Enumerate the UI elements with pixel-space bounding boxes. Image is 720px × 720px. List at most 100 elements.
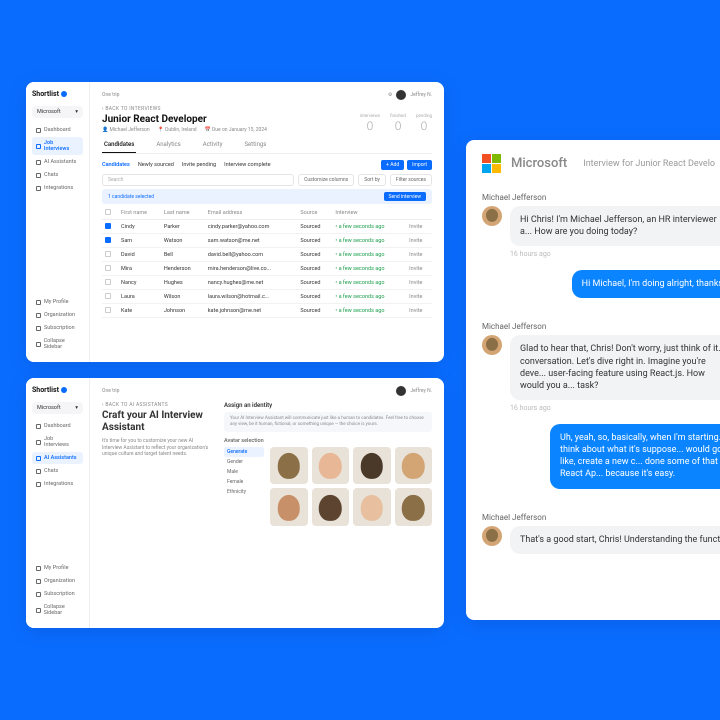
table-row[interactable]: MiraHendersonmira.henderson@live.co...So… — [102, 262, 432, 276]
import-button[interactable]: Import — [407, 160, 432, 170]
page-title: Junior React Developer — [102, 114, 267, 125]
sidebar-item-subscription[interactable]: Subscription — [32, 322, 83, 334]
plug-icon — [36, 186, 41, 191]
sidebar-item-chats[interactable]: Chats — [32, 169, 83, 181]
avatar-option[interactable] — [353, 488, 391, 526]
tab-activity[interactable]: Activity — [201, 137, 225, 153]
add-button[interactable]: + Add — [381, 160, 404, 170]
dashboard-icon — [36, 424, 41, 429]
sidebar: Shortlist Microsoft▾ Dashboard Job Inter… — [26, 82, 90, 362]
cell-last-name: Parker — [161, 220, 205, 234]
sidebar-item-dashboard[interactable]: Dashboard — [32, 420, 83, 432]
row-checkbox[interactable] — [105, 307, 111, 313]
row-checkbox[interactable] — [105, 265, 111, 271]
row-checkbox[interactable] — [105, 251, 111, 257]
invite-link[interactable]: Invite — [406, 262, 432, 276]
table-row[interactable]: NancyHughesnancy.hughes@me.netSourced• a… — [102, 276, 432, 290]
col-interview[interactable]: Interview — [332, 207, 406, 220]
filter-male[interactable]: Male — [224, 467, 264, 477]
sidebar-item-job-interviews[interactable]: Job Interviews — [32, 137, 83, 155]
sidebar-item-organization[interactable]: Organization — [32, 309, 83, 321]
filter-female[interactable]: Female — [224, 477, 264, 487]
back-link[interactable]: ‹ BACK TO AI ASSISTANTS — [102, 402, 212, 408]
subtab-candidates[interactable]: Candidates — [102, 162, 130, 168]
cell-status: • a few seconds ago — [332, 290, 406, 304]
logo-dot-icon — [61, 91, 67, 97]
sidebar-item-chats[interactable]: Chats — [32, 465, 83, 477]
user-avatar[interactable] — [396, 90, 406, 100]
sidebar-item-profile[interactable]: My Profile — [32, 562, 83, 574]
table-row[interactable]: CindyParkercindy.parker@yahoo.comSourced… — [102, 220, 432, 234]
subtab-newly-sourced[interactable]: Newly sourced — [138, 162, 174, 168]
sidebar-item-job-interviews[interactable]: Job Interviews — [32, 433, 83, 451]
org-switcher[interactable]: Microsoft▾ — [32, 402, 83, 414]
col-first-name[interactable]: First name — [118, 207, 161, 220]
invite-link[interactable]: Invite — [406, 304, 432, 318]
avatar-option[interactable] — [270, 488, 308, 526]
col-email[interactable]: Email address — [205, 207, 298, 220]
sidebar-item-integrations[interactable]: Integrations — [32, 478, 83, 490]
sidebar-item-ai-assistants[interactable]: AI Assistants — [32, 156, 83, 168]
chevron-down-icon: ▾ — [75, 109, 78, 115]
search-input[interactable]: Search — [102, 174, 294, 186]
row-checkbox[interactable] — [105, 223, 111, 229]
subtab-invite-pending[interactable]: Invite pending — [182, 162, 216, 168]
avatar-option[interactable] — [312, 447, 350, 485]
sidebar-item-dashboard[interactable]: Dashboard — [32, 124, 83, 136]
row-checkbox[interactable] — [105, 279, 111, 285]
org-switcher[interactable]: Microsoft▾ — [32, 106, 83, 118]
back-link[interactable]: ‹ BACK TO INTERVIEWS — [102, 106, 432, 112]
table-row[interactable]: DavidBelldavid.bell@yahoo.comSourced• a … — [102, 248, 432, 262]
customize-columns-button[interactable]: Customize columns — [298, 174, 354, 186]
sidebar-item-collapse[interactable]: Collapse Sidebar — [32, 335, 83, 353]
tab-settings[interactable]: Settings — [242, 137, 268, 153]
table-row[interactable]: KateJohnsonkate.johnson@me.netSourced• a… — [102, 304, 432, 318]
sidebar-item-integrations[interactable]: Integrations — [32, 182, 83, 194]
chat-thread: Michael Jefferson Hi Chris! I'm Michael … — [466, 183, 720, 568]
select-all-checkbox[interactable] — [105, 209, 111, 215]
avatar-option[interactable] — [395, 488, 433, 526]
interviewer-avatar — [482, 335, 502, 355]
invite-link[interactable]: Invite — [406, 234, 432, 248]
invite-link[interactable]: Invite — [406, 276, 432, 290]
candidates-table: First name Last name Email address Sourc… — [102, 207, 432, 318]
row-checkbox[interactable] — [105, 237, 111, 243]
sidebar-item-subscription[interactable]: Subscription — [32, 588, 83, 600]
sidebar-item-ai-assistants[interactable]: AI Assistants — [32, 452, 83, 464]
section-heading: Assign an identity — [224, 402, 432, 409]
send-interview-button[interactable]: Send interview — [384, 192, 427, 201]
job-meta: 👤 Michael Jefferson 📍 Dublin, Ireland 📅 … — [102, 127, 267, 133]
bell-icon[interactable]: ⚙ — [388, 92, 392, 98]
col-source[interactable]: Source — [297, 207, 332, 220]
building-icon — [36, 579, 41, 584]
filter-sources-button[interactable]: Filter sources — [390, 174, 432, 186]
subtab-interview-complete[interactable]: Interview complete — [224, 162, 270, 168]
table-row[interactable]: SamWatsonsam.watson@me.netSourced• a few… — [102, 234, 432, 248]
avatar-option[interactable] — [395, 447, 433, 485]
generate-button[interactable]: Generate — [224, 447, 264, 457]
user-avatar[interactable] — [396, 386, 406, 396]
filter-ethnicity: Ethnicity — [224, 487, 264, 497]
col-last-name[interactable]: Last name — [161, 207, 205, 220]
cell-source: Sourced — [297, 290, 332, 304]
table-row[interactable]: LauraWilsonlaura.wilson@hotmail.c...Sour… — [102, 290, 432, 304]
sparkle-icon — [36, 160, 41, 165]
invite-link[interactable]: Invite — [406, 220, 432, 234]
sort-by-button[interactable]: Sort by — [358, 174, 386, 186]
tab-candidates[interactable]: Candidates — [102, 137, 136, 153]
breadcrumb: One trip — [102, 388, 119, 394]
page-description: It's time for you to customize your new … — [102, 438, 212, 458]
invite-link[interactable]: Invite — [406, 290, 432, 304]
sidebar-item-profile[interactable]: My Profile — [32, 296, 83, 308]
building-icon — [36, 313, 41, 318]
tab-analytics[interactable]: Analytics — [154, 137, 182, 153]
avatar-option[interactable] — [353, 447, 391, 485]
sidebar-item-collapse[interactable]: Collapse Sidebar — [32, 601, 83, 619]
briefcase-icon — [36, 440, 41, 445]
row-checkbox[interactable] — [105, 293, 111, 299]
user-name: Jeffrey N. — [410, 388, 432, 394]
invite-link[interactable]: Invite — [406, 248, 432, 262]
sidebar-item-organization[interactable]: Organization — [32, 575, 83, 587]
avatar-option[interactable] — [270, 447, 308, 485]
avatar-option[interactable] — [312, 488, 350, 526]
